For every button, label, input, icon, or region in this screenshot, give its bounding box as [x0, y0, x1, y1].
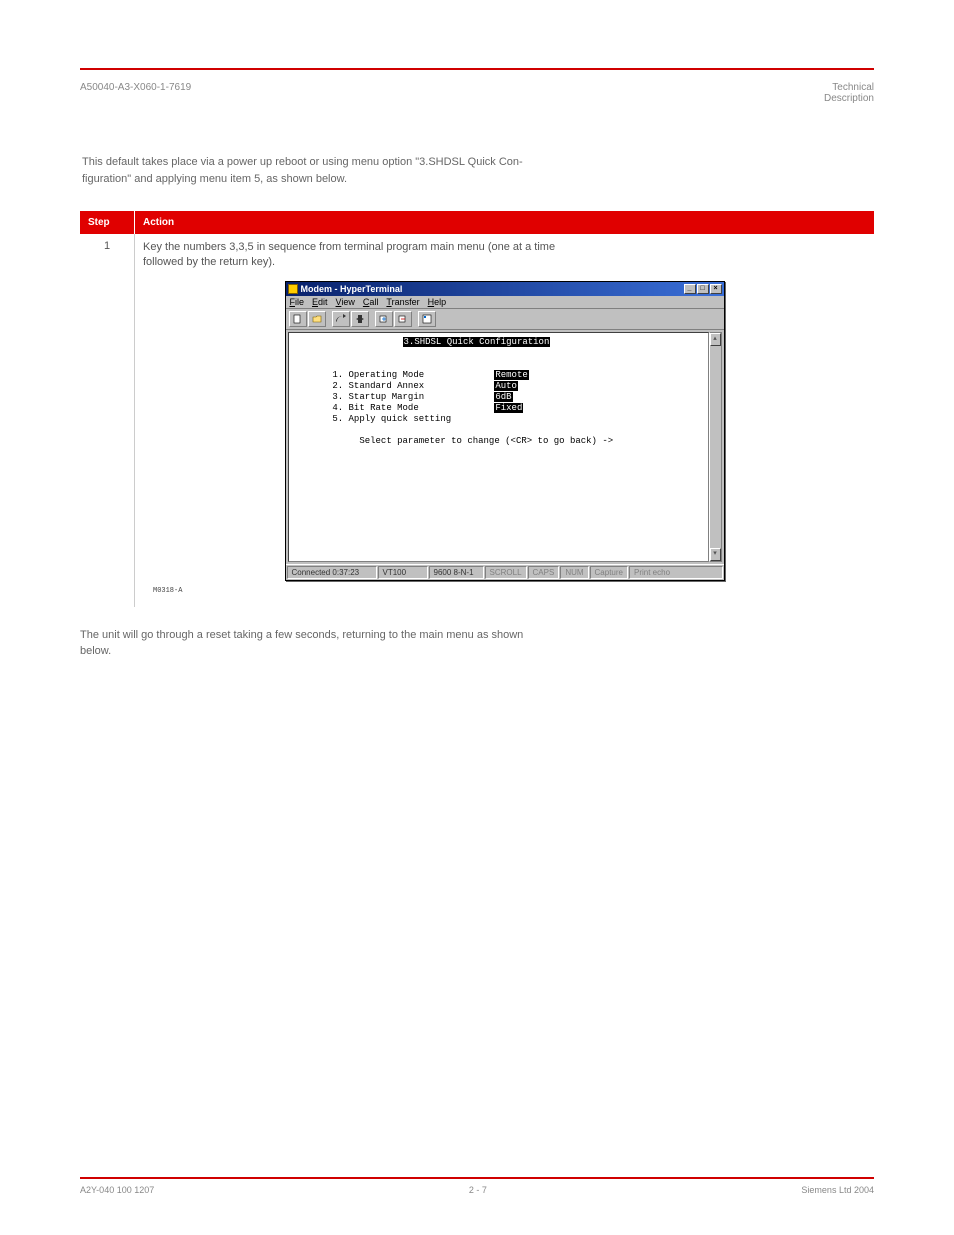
footer-left: A2Y-040 100 1207 [80, 1185, 154, 1195]
scroll-down-icon[interactable]: ▾ [710, 548, 721, 561]
new-icon[interactable] [289, 311, 307, 327]
footer-page: 2 - 7 [469, 1185, 487, 1195]
col-step-header: Step [80, 211, 135, 234]
footer-right: Siemens Ltd 2004 [801, 1185, 874, 1195]
opt-1-value: Remote [494, 370, 528, 380]
intro-paragraph: This default takes place via a power up … [82, 154, 874, 187]
menu-transfer[interactable]: Transfer [386, 297, 419, 307]
status-scroll: SCROLL [485, 566, 527, 579]
status-baud: 9600 8-N-1 [429, 566, 484, 579]
status-printecho: Print echo [629, 566, 723, 579]
step-description: Key the numbers 3,3,5 in sequence from t… [143, 240, 866, 271]
step-number: 1 [80, 234, 135, 607]
minimize-button[interactable]: _ [684, 284, 696, 294]
status-capture: Capture [590, 566, 628, 579]
header-right-1: Technical [832, 82, 874, 93]
open-icon[interactable] [308, 311, 326, 327]
titlebar: Modem - HyperTerminal _ □ × [286, 282, 724, 296]
header-right-2: Description [824, 93, 874, 104]
followup-paragraph: The unit will go through a reset taking … [80, 627, 874, 660]
opt-4-value: Fixed [494, 403, 523, 413]
status-terminal: VT100 [378, 566, 428, 579]
menu-view[interactable]: View [336, 297, 355, 307]
app-icon [288, 284, 298, 294]
status-num: NUM [560, 566, 588, 579]
terminal-prompt: Select parameter to change (<CR> to go b… [359, 436, 613, 446]
step-table: Step Action 1 Key the numbers 3,3,5 in s… [80, 211, 874, 607]
connect-icon[interactable] [332, 311, 350, 327]
opt-4-label: 4. Bit Rate Mode [332, 403, 418, 413]
status-caps: CAPS [528, 566, 560, 579]
disconnect-icon[interactable] [351, 311, 369, 327]
opt-2-value: Auto [494, 381, 518, 391]
menu-file[interactable]: File [290, 297, 305, 307]
window-title: Modem - HyperTerminal [301, 284, 684, 294]
terminal-heading: 3.SHDSL Quick Configuration [403, 337, 551, 347]
opt-1-label: 1. Operating Mode [332, 370, 424, 380]
menubar: File Edit View Call Transfer Help [286, 296, 724, 309]
terminal-output: 3.SHDSL Quick Configuration 1. Operating… [288, 332, 709, 562]
opt-3-value: 6dB [494, 392, 512, 402]
header-doc-id: A50040-A3-X060-1-7619 [80, 82, 191, 104]
status-connected: Connected 0:37:23 [287, 566, 377, 579]
send-icon[interactable] [375, 311, 393, 327]
menu-call[interactable]: Call [363, 297, 379, 307]
col-action-header: Action [135, 211, 874, 234]
menu-help[interactable]: Help [428, 297, 447, 307]
opt-3-label: 3. Startup Margin [332, 392, 424, 402]
table-row: 1 Key the numbers 3,3,5 in sequence from… [80, 234, 874, 607]
figure-label: M0318-A [153, 587, 866, 595]
toolbar [286, 309, 724, 330]
opt-2-label: 2. Standard Annex [332, 381, 424, 391]
receive-icon[interactable] [394, 311, 412, 327]
statusbar: Connected 0:37:23 VT100 9600 8-N-1 SCROL… [286, 564, 724, 580]
scroll-up-icon[interactable]: ▴ [710, 333, 721, 346]
close-button[interactable]: × [710, 284, 722, 294]
scrollbar[interactable]: ▴ ▾ [709, 332, 722, 562]
maximize-button[interactable]: □ [697, 284, 709, 294]
menu-edit[interactable]: Edit [312, 297, 328, 307]
opt-5-label: 5. Apply quick setting [332, 414, 451, 424]
properties-icon[interactable] [418, 311, 436, 327]
hyperterminal-window: Modem - HyperTerminal _ □ × File Edit Vi… [285, 281, 725, 581]
